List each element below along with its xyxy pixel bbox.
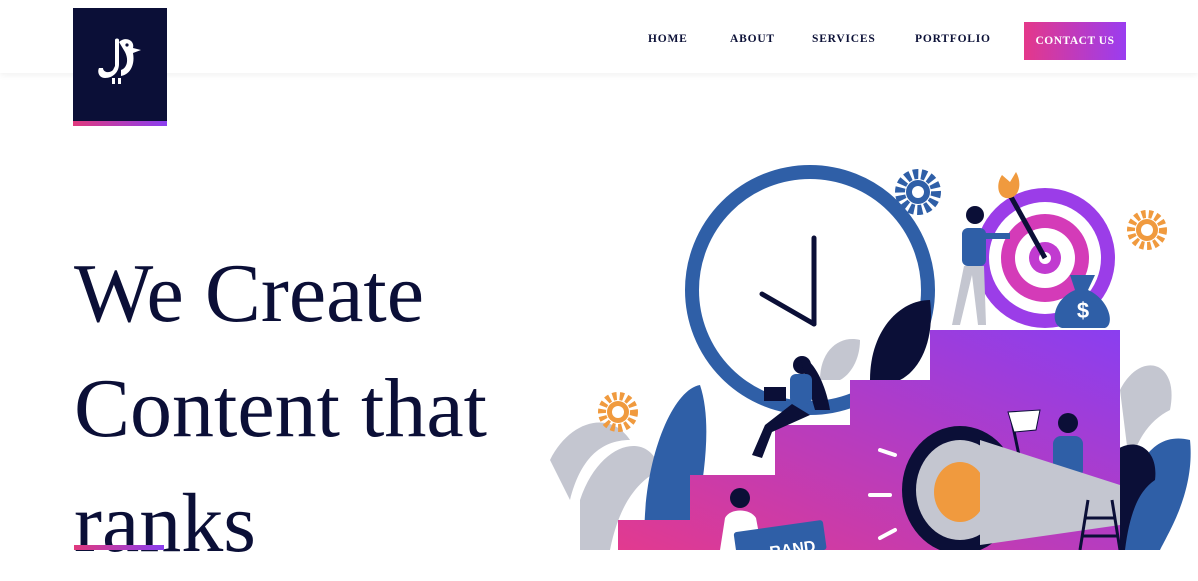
gear-orange-small-icon bbox=[598, 392, 638, 432]
nav-item-about[interactable]: ABOUT bbox=[730, 33, 775, 45]
nav-item-portfolio[interactable]: PORTFOLIO bbox=[915, 33, 991, 45]
svg-text:$: $ bbox=[1077, 298, 1089, 323]
logo-accent-bar bbox=[73, 121, 167, 126]
hero-title-line-3: ranks bbox=[74, 477, 256, 570]
brand-logo[interactable] bbox=[73, 8, 167, 126]
nav-item-services[interactable]: SERVICES bbox=[812, 33, 876, 45]
hero-title: We Create Content that ranks bbox=[74, 236, 594, 581]
hero-illustration: $ RAND bbox=[550, 165, 1191, 550]
nav-item-home[interactable]: HOME bbox=[648, 33, 688, 45]
gear-orange-icon bbox=[1127, 210, 1167, 250]
hero-title-line-1: We Create bbox=[74, 247, 425, 340]
hero-title-line-2: Content that bbox=[74, 362, 487, 455]
gear-blue-icon bbox=[895, 169, 941, 215]
bird-logo-icon bbox=[98, 38, 141, 84]
contact-us-button[interactable]: CONTACT US bbox=[1024, 22, 1126, 60]
hero-underline-accent bbox=[74, 545, 164, 550]
site-header bbox=[0, 0, 1198, 73]
